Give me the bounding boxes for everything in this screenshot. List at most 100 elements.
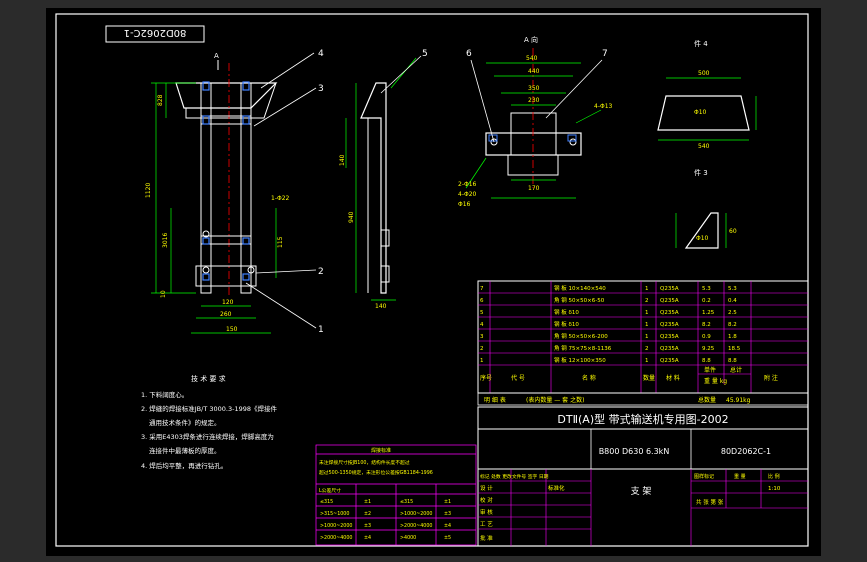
balloon-4: 4 [318, 49, 324, 59]
parts-cell-no: 2 [480, 346, 484, 352]
project-title: DTⅡ(A)型 带式输送机专用图-2002 [557, 412, 728, 426]
a-view: A 向 540 440 350 230 170 4-Φ13 2-Φ16 4-Φ2… [458, 35, 613, 208]
parts-cell-total: 2.5 [728, 310, 737, 316]
model-spec: B800 D630 6.3kN [599, 447, 670, 456]
parts-cell-no: 3 [480, 334, 484, 340]
cad-viewport[interactable]: 80D2062C-1 1120 828 3016 120 260 150 10 … [46, 8, 821, 556]
dim-150: 150 [226, 326, 238, 333]
scale-label: 比 例 [768, 473, 780, 480]
notes-cell: ±4 [444, 523, 451, 529]
parts-cell-material: Q235A [660, 334, 679, 340]
drawing-number: 80D2062C-1 [721, 447, 771, 456]
dim-115: 115 [277, 236, 284, 248]
notes-line-1: 未注焊接尺寸按JB100，结构件长度不超过 [319, 459, 410, 466]
dim-260: 260 [220, 311, 232, 318]
notes-cell: ±3 [444, 511, 451, 517]
scale-value: 1:10 [768, 486, 781, 492]
dim-828: 828 [157, 94, 164, 106]
a-dim-440: 440 [528, 68, 540, 75]
notes-cell: >4000 [400, 535, 416, 541]
notes-cell: >1000~2000 [320, 523, 352, 529]
parts-cell-total: 18.5 [728, 346, 741, 352]
view-a-arrow-label: A [214, 52, 219, 60]
sheet-info: 共 张 第 张 [696, 498, 724, 506]
a-dim-540: 540 [526, 55, 538, 62]
part3-dim-60: 60 [729, 228, 737, 235]
parts-cell-qty: 1 [645, 322, 649, 328]
a-dim-4phi20: 4-Φ20 [458, 191, 477, 198]
parts-cell-total: 1.8 [728, 334, 737, 340]
parts-cell-name: 钢 板 10×140×540 [554, 284, 606, 292]
parts-cell-qty: 1 [645, 358, 649, 364]
a-dim-170: 170 [528, 185, 540, 192]
detail-note: (表内数量 — 套 之数) [526, 396, 584, 404]
a-dim-phi16: Φ16 [458, 201, 471, 208]
parts-cell-unit: 8.2 [702, 322, 711, 328]
part4-title: 件 4 [694, 39, 708, 48]
a-view-title: A 向 [524, 35, 538, 44]
front-top-cap [175, 82, 278, 109]
tolerance-table [315, 444, 477, 546]
parts-cell-total: 5.3 [728, 286, 737, 292]
parts-cell-material: Q235A [660, 322, 679, 328]
tech-req-1: 1. 下料阔度心。 [141, 390, 188, 399]
side-dim-phi22: 1-Φ22 [271, 195, 290, 202]
notes-line-2: 超过500-1350规定，未注形位公差按GB1184-1996 [319, 469, 433, 476]
parts-cell-material: Q235A [660, 286, 679, 292]
tech-req-4: 4. 焊后均平整，再进行钻孔。 [141, 461, 227, 470]
notes-cell: ±2 [364, 511, 371, 517]
parts-header-material: 材 料 [666, 374, 680, 382]
parts-cell-qty: 1 [645, 310, 649, 316]
parts-header-unit: 单件 [704, 366, 716, 374]
tech-req-3b: 连接件中最薄板的厚度。 [149, 446, 221, 455]
parts-cell-unit: 8.8 [702, 358, 711, 364]
cad-drawing: 80D2062C-1 1120 828 3016 120 260 150 10 … [55, 13, 809, 547]
detail-label: 明 细 表 [484, 396, 506, 404]
notes-title: 焊接标准 [371, 447, 391, 454]
part4-view: 件 4 500 Φ10 540 [657, 39, 757, 150]
side-dim-140: 140 [339, 154, 346, 166]
parts-cell-material: Q235A [660, 358, 679, 364]
parts-cell-total: 0.4 [728, 298, 737, 304]
notes-cell: >2000~4000 [320, 535, 352, 541]
front-left-column [200, 82, 212, 294]
part3-dim-phi10: Φ10 [696, 235, 709, 242]
tech-req-3: 3. 采用E4303焊条进行连续焊接，焊脚高度为 [141, 432, 274, 441]
parts-cell-name: 角 钢 75×75×8-1136 [554, 344, 612, 352]
notes-cell: >315~1000 [320, 511, 349, 517]
parts-cell-material: Q235A [660, 298, 679, 304]
role-check: 校 对 [480, 496, 493, 504]
parts-cell-total: 8.8 [728, 358, 737, 364]
dim-10-a: 10 [160, 290, 167, 298]
tech-req-2b: 通用技术条件》的规定。 [149, 418, 221, 427]
parts-cell-unit: 1.25 [702, 310, 715, 316]
parts-cell-no: 7 [480, 286, 484, 292]
balloon-7: 7 [602, 49, 608, 59]
notes-cell: ±1 [364, 499, 371, 505]
dim-120: 120 [222, 299, 234, 306]
part4-dim-phi10: Φ10 [694, 109, 707, 116]
front-cap-lower [185, 82, 277, 119]
parts-cell-no: 4 [480, 322, 484, 328]
parts-cell-name: 钢 板 δ10 [554, 320, 579, 328]
front-right-column [240, 82, 252, 294]
side-dim-940: 940 [348, 211, 355, 223]
parts-list-rows: 7 钢 板 10×140×540 1 Q235A 5.3 5.3 6 角 钢 50×50×6-… [480, 284, 741, 364]
part3-view: 件 3 Φ10 60 [675, 168, 737, 249]
parts-cell-no: 6 [480, 298, 484, 304]
part3-title: 件 3 [694, 168, 708, 177]
dim-3016: 3016 [162, 233, 169, 248]
dim-1120: 1120 [145, 183, 152, 198]
parts-cell-no: 1 [480, 358, 484, 364]
part4-dim-500: 500 [698, 70, 710, 77]
stage-label: 图样标记 [694, 473, 714, 480]
tech-requirements: 技 术 要 求 1. 下料阔度心。 2. 焊缝的焊接标准JB/T 3000.3-… [141, 374, 278, 470]
parts-cell-qty: 1 [645, 334, 649, 340]
notes-cell: >1000~2000 [400, 511, 432, 517]
parts-header-total: 总计 [730, 366, 742, 374]
a-dim-350: 350 [528, 85, 540, 92]
parts-header-qty: 数量 [643, 374, 655, 382]
detail-total-weight: 45.91kg [726, 397, 751, 404]
a-dim-2phi16: 2-Φ16 [458, 181, 477, 188]
balloon-5: 5 [422, 49, 428, 59]
